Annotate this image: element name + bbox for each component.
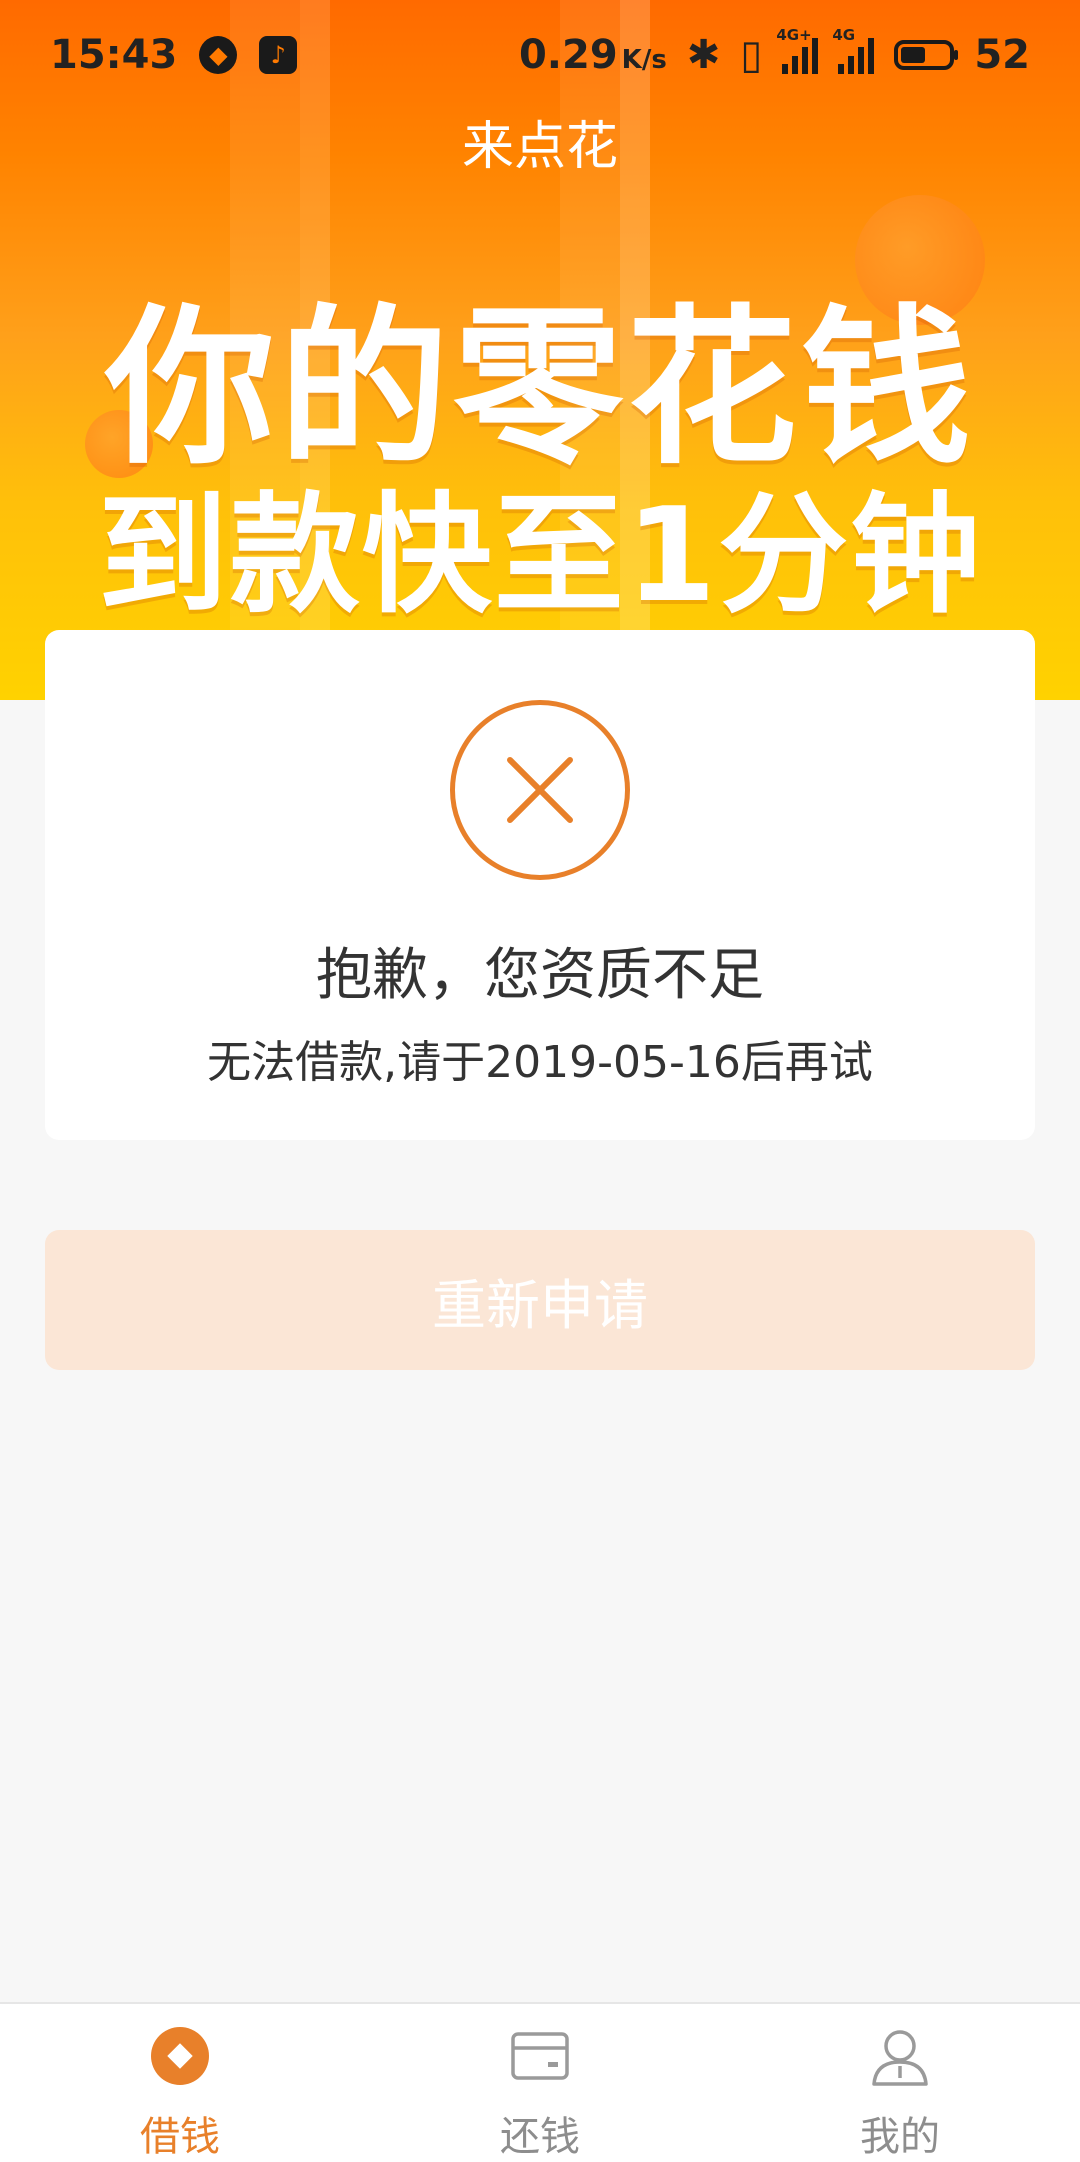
network-speed: 0.29 K/s: [519, 32, 667, 78]
bottom-nav: 借钱 还钱 我的: [0, 2002, 1080, 2162]
result-card: 抱歉，您资质不足 无法借款,请于2019-05-16后再试: [45, 630, 1035, 1140]
banner-slogan-line2: 到款快至1分钟: [97, 479, 983, 631]
signal-tag: 4G+: [776, 26, 812, 44]
nav-label-borrow: 借钱: [140, 2114, 220, 2160]
reapply-button[interactable]: 重新申请: [45, 1230, 1035, 1370]
result-title: 抱歉，您资质不足: [316, 943, 764, 1008]
status-bar: 15:43 ◆ ♪ 0.29 K/s ✱ ▯ 4G+ 4G 52: [0, 0, 1080, 110]
bell-notification-icon: ♪: [259, 36, 298, 74]
result-description: 无法借款,请于2019-05-16后再试: [207, 1037, 873, 1088]
network-speed-value: 0.29: [518, 32, 618, 78]
vibrate-icon: ▯: [740, 32, 763, 78]
status-time: 15:43: [50, 32, 178, 78]
battery-level: 52: [974, 32, 1030, 78]
signal-icon-2: 4G: [832, 26, 875, 74]
nav-item-mine[interactable]: 我的: [720, 2004, 1080, 2162]
battery-icon: [894, 40, 959, 70]
bluetooth-icon: ✱: [686, 32, 721, 78]
page-title: 来点花: [461, 117, 618, 177]
nav-label-mine: 我的: [860, 2114, 940, 2160]
app-notification-icon: ◆: [199, 36, 238, 74]
signal-tag: 4G: [832, 26, 856, 44]
nav-item-repay[interactable]: 还钱: [360, 2004, 720, 2162]
signal-icon: 4G+: [776, 26, 819, 74]
user-icon: [872, 2030, 928, 2086]
card-icon: [511, 2032, 569, 2080]
borrow-icon: [151, 2027, 209, 2085]
network-speed-unit: K/s: [621, 45, 667, 75]
fail-close-icon: [450, 700, 630, 880]
nav-item-borrow[interactable]: 借钱: [0, 2004, 360, 2162]
nav-label-repay: 还钱: [500, 2114, 580, 2160]
